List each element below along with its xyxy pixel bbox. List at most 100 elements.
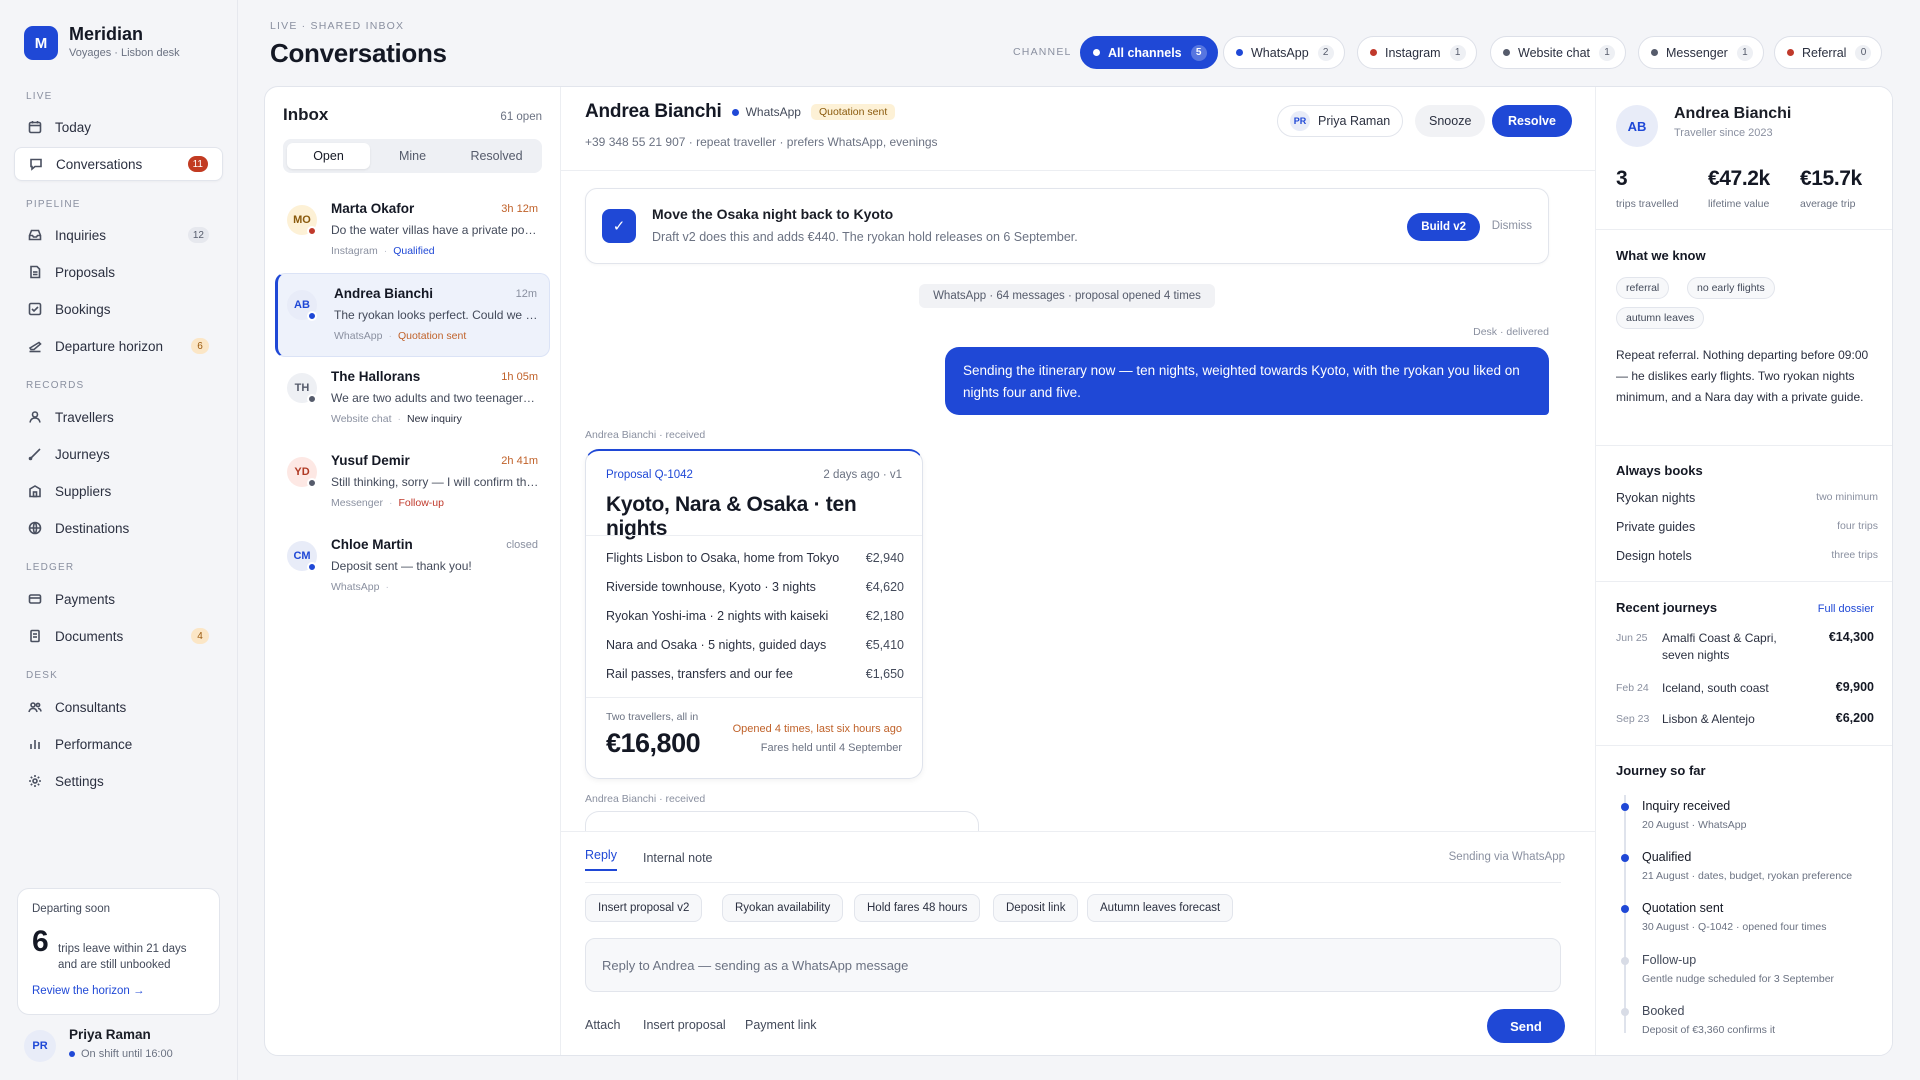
send-button[interactable]: Send bbox=[1487, 1009, 1565, 1043]
line-amount: €4,620 bbox=[865, 580, 904, 594]
divider bbox=[585, 882, 1561, 883]
sidebar-item-travellers[interactable]: Travellers bbox=[14, 400, 223, 434]
attach-button[interactable]: Attach bbox=[585, 1018, 620, 1032]
departing-count: 6 bbox=[32, 925, 49, 958]
sidebar-item-consultants[interactable]: Consultants bbox=[14, 690, 223, 724]
payment-link-button[interactable]: Payment link bbox=[745, 1018, 817, 1032]
sidebar-item-payments[interactable]: Payments bbox=[14, 582, 223, 616]
sidebar-item-destinations[interactable]: Destinations bbox=[14, 511, 223, 545]
insert-proposal-button[interactable]: Insert proposal bbox=[643, 1018, 726, 1032]
check-icon: ✓ bbox=[602, 209, 636, 243]
line-label: Riverside townhouse, Kyoto · 3 nights bbox=[606, 580, 816, 594]
journey-name[interactable]: Amalfi Coast & Capri, seven nights bbox=[1662, 630, 1812, 664]
contact-name: Andrea Bianchi bbox=[585, 101, 722, 122]
tab-open[interactable]: Open bbox=[287, 143, 370, 169]
tag: referral bbox=[1616, 277, 1670, 299]
journey-name[interactable]: Iceland, south coast bbox=[1662, 680, 1812, 697]
channel-filter-all[interactable]: All channels 5 bbox=[1080, 36, 1218, 69]
sidebar-item-label: Payments bbox=[55, 591, 116, 607]
sidebar-item-label: Documents bbox=[55, 628, 124, 644]
channel-dot-icon bbox=[1370, 49, 1377, 56]
sidebar-item-label: Suppliers bbox=[55, 483, 112, 499]
sidebar-item-proposals[interactable]: Proposals bbox=[14, 255, 223, 289]
timeline-step-title: Booked bbox=[1642, 1004, 1685, 1018]
channel-filter-whatsapp[interactable]: WhatsApp 2 bbox=[1223, 36, 1345, 69]
channel-filter-referral[interactable]: Referral 0 bbox=[1774, 36, 1883, 69]
build-v2-button[interactable]: Build v2 bbox=[1407, 213, 1480, 241]
page-title: Conversations bbox=[270, 38, 447, 68]
total-label: Two travellers, all in bbox=[606, 711, 699, 723]
sidebar-item-bookings[interactable]: Bookings bbox=[14, 292, 223, 326]
sidebar-item-label: Bookings bbox=[55, 301, 111, 317]
outgoing-meta: Desk · delivered bbox=[1473, 326, 1549, 338]
departure-count-badge: 6 bbox=[191, 338, 209, 354]
suggestion-title: Move the Osaka night back to Kyoto bbox=[652, 206, 894, 222]
journey-name[interactable]: Lisbon & Alentejo bbox=[1662, 711, 1812, 728]
conversation-item[interactable]: TH The Hallorans 1h 05m We are two adults a… bbox=[275, 357, 550, 441]
quick-insert-proposal-v2[interactable]: Insert proposal v2 bbox=[585, 894, 703, 922]
reply-input[interactable]: Reply to Andrea — sending as a WhatsApp … bbox=[585, 938, 1561, 992]
profile-since: Traveller since 2023 bbox=[1674, 127, 1773, 139]
tab-reply[interactable]: Reply bbox=[585, 848, 617, 871]
section-label-records: RECORDS bbox=[26, 380, 85, 391]
line-amount: €5,410 bbox=[865, 638, 904, 652]
whatsapp-dot-icon bbox=[731, 108, 739, 116]
channel-dot-icon bbox=[1787, 49, 1794, 56]
sidebar-item-performance[interactable]: Performance bbox=[14, 727, 223, 761]
conversation-item[interactable]: CM Chloe Martin closed Deposit sent — thank… bbox=[275, 525, 550, 609]
channel-filter-messenger[interactable]: Messenger 1 bbox=[1638, 36, 1764, 69]
channel-label: Messenger bbox=[1666, 45, 1728, 60]
sidebar-item-inquiries[interactable]: Inquiries 12 bbox=[14, 218, 223, 252]
timeline-step-detail: Gentle nudge scheduled for 3 September bbox=[1642, 973, 1835, 985]
divider bbox=[561, 170, 1595, 171]
quick-ryokan-availability[interactable]: Ryokan availability bbox=[722, 894, 844, 922]
channel-filter-website-chat[interactable]: Website chat 1 bbox=[1490, 36, 1627, 69]
globe-icon bbox=[28, 521, 42, 535]
assignee-button[interactable]: PR Priya Raman bbox=[1277, 105, 1404, 137]
sidebar-item-settings[interactable]: Settings bbox=[14, 764, 223, 798]
dismiss-button[interactable]: Dismiss bbox=[1492, 220, 1532, 232]
stat-lifetime-value: €47.2k bbox=[1708, 167, 1770, 190]
journey-amount: €9,900 bbox=[1835, 680, 1874, 694]
sidebar-item-today[interactable]: Today bbox=[14, 110, 223, 144]
quick-autumn-forecast[interactable]: Autumn leaves forecast bbox=[1087, 894, 1234, 922]
proposal-total: €16,800 bbox=[606, 728, 701, 758]
sidebar-item-suppliers[interactable]: Suppliers bbox=[14, 474, 223, 508]
sidebar-item-conversations[interactable]: Conversations 11 bbox=[14, 147, 223, 181]
channel-filter-instagram[interactable]: Instagram 1 bbox=[1357, 36, 1477, 69]
composer: Reply Internal note Sending via WhatsApp… bbox=[561, 831, 1595, 1055]
tab-internal-note[interactable]: Internal note bbox=[643, 851, 713, 865]
conversation-status: Qualified bbox=[393, 245, 435, 257]
quick-hold-fares[interactable]: Hold fares 48 hours bbox=[854, 894, 981, 922]
sidebar: M Meridian Voyages · Lisbon desk LIVE To… bbox=[0, 0, 238, 1080]
sidebar-item-departure-horizon[interactable]: Departure horizon 6 bbox=[14, 329, 223, 363]
line-amount: €2,940 bbox=[865, 551, 904, 565]
brand-name: Meridian bbox=[69, 24, 144, 44]
resolve-button[interactable]: Resolve bbox=[1492, 105, 1572, 137]
channel-count: 5 bbox=[1190, 44, 1207, 61]
profile-note: Repeat referral. Nothing departing befor… bbox=[1616, 348, 1869, 404]
contact-details: +39 348 55 21 907 · repeat traveller · p… bbox=[585, 135, 938, 149]
sidebar-item-label: Departure horizon bbox=[55, 338, 164, 354]
snooze-button[interactable]: Snooze bbox=[1415, 105, 1486, 137]
tab-resolved[interactable]: Resolved bbox=[455, 143, 538, 169]
review-horizon-link[interactable]: Review the horizon → bbox=[32, 985, 145, 997]
proposal-card[interactable]: Proposal Q-1042 2 days ago · v1 Kyoto, N… bbox=[585, 449, 923, 779]
sidebar-item-journeys[interactable]: Journeys bbox=[14, 437, 223, 471]
sidebar-item-label: Settings bbox=[55, 773, 104, 789]
conversation-channel: Instagram bbox=[331, 245, 378, 257]
conversation-meta: Website chat · New inquiry bbox=[331, 413, 462, 425]
stat-lifetime-label: lifetime value bbox=[1708, 198, 1770, 210]
conversation-item[interactable]: YD Yusuf Demir 2h 41m Still thinking, sorry… bbox=[275, 441, 550, 525]
received-meta: Andrea Bianchi · received bbox=[585, 429, 706, 441]
channel-label: WhatsApp bbox=[1251, 45, 1309, 60]
quick-deposit-link[interactable]: Deposit link bbox=[993, 894, 1079, 922]
conversation-item[interactable]: AB Andrea Bianchi 12m The ryokan looks perf… bbox=[275, 273, 550, 357]
tab-mine[interactable]: Mine bbox=[371, 143, 454, 169]
full-dossier-link[interactable]: Full dossier bbox=[1818, 603, 1874, 615]
divider bbox=[586, 697, 922, 698]
conversation-item[interactable]: MO Marta Okafor 3h 12m Do the water villas … bbox=[275, 189, 550, 273]
sidebar-item-documents[interactable]: Documents 4 bbox=[14, 619, 223, 653]
ab-label: Ryokan nights bbox=[1616, 491, 1696, 505]
line-label: Rail passes, transfers and our fee bbox=[606, 667, 793, 681]
